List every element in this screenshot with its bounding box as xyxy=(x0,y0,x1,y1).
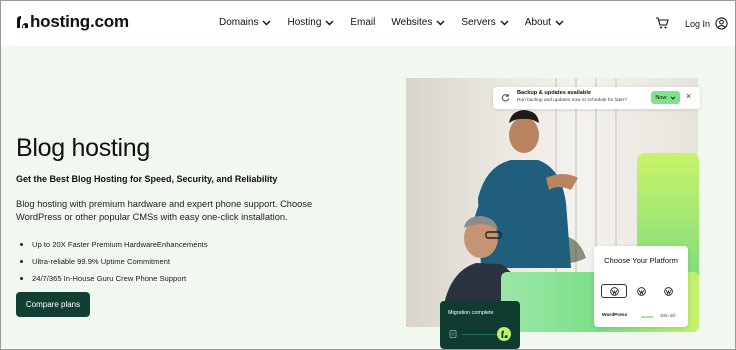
now-dropdown[interactable]: Now xyxy=(651,91,680,104)
platform-option-label: WordPress xyxy=(602,313,628,318)
close-icon[interactable]: × xyxy=(686,91,691,101)
logo-text: hosting.com xyxy=(30,12,129,31)
wordpress-option[interactable] xyxy=(628,284,654,298)
notification-text: Run backup and updates now or schedule f… xyxy=(517,98,627,103)
install-progress-bar xyxy=(641,316,653,318)
hero-subtitle: Get the Best Blog Hosting for Speed, Sec… xyxy=(16,174,278,184)
bullet-icon xyxy=(20,243,23,246)
hero-description: Blog hosting with premium hardware and e… xyxy=(16,199,313,222)
nav-websites[interactable]: Websites xyxy=(391,17,445,28)
bullet-icon xyxy=(20,260,23,263)
now-dropdown-label: Now xyxy=(655,94,667,101)
notification-title: Backup & updates available xyxy=(517,90,591,96)
user-circle-icon xyxy=(715,17,728,30)
nav-about-label: About xyxy=(524,17,551,28)
main-nav: Domains Hosting Email Websites Servers A… xyxy=(219,17,580,28)
logo-mark-icon xyxy=(17,16,28,28)
wordpress-icon xyxy=(609,286,619,296)
list-item: Ultra-reliable 99.9% Uptime Commitment xyxy=(20,253,208,270)
platform-card-title: Choose Your Platform xyxy=(604,256,678,265)
nav-email-label: Email xyxy=(350,17,376,28)
page-title: Blog hosting xyxy=(16,134,150,162)
list-item: Up to 20X Faster Premium HardwareEnhance… xyxy=(20,236,208,253)
logo[interactable]: hosting.com xyxy=(15,12,129,32)
migration-card: Migration complete xyxy=(440,301,520,349)
logo-mark-icon xyxy=(501,330,508,338)
page: hosting.com Domains Hosting Email Websit… xyxy=(0,0,736,350)
chevron-down-icon xyxy=(262,20,271,25)
choose-platform-card: Choose Your Platform WordPress 30m left xyxy=(594,246,688,327)
list-item-text: Up to 20X Faster Premium HardwareEnhance… xyxy=(32,240,208,249)
login-label: Log In xyxy=(685,18,711,29)
chevron-down-icon xyxy=(555,20,564,25)
feature-list: Up to 20X Faster Premium HardwareEnhance… xyxy=(20,236,208,287)
site-header: hosting.com Domains Hosting Email Websit… xyxy=(1,1,735,46)
nav-about[interactable]: About xyxy=(525,17,564,28)
file-icon xyxy=(449,330,457,338)
refresh-icon xyxy=(502,93,510,102)
nav-domains[interactable]: Domains xyxy=(219,17,271,28)
nav-servers[interactable]: Servers xyxy=(461,17,509,28)
nav-hosting-label: Hosting xyxy=(287,17,322,28)
nav-email[interactable]: Email xyxy=(350,17,375,28)
login-link[interactable]: Log In xyxy=(685,17,728,30)
wordpress-icon xyxy=(636,286,646,296)
chevron-down-icon xyxy=(500,20,509,25)
compare-plans-button[interactable]: Compare plans xyxy=(16,292,90,317)
nav-servers-label: Servers xyxy=(461,17,496,28)
chevron-down-icon xyxy=(436,20,445,25)
migration-title: Migration complete xyxy=(448,310,494,316)
wordpress-icon xyxy=(663,286,673,296)
nav-domains-label: Domains xyxy=(219,17,259,28)
bullet-icon xyxy=(20,277,23,280)
chevron-down-icon xyxy=(670,96,675,100)
wordpress-option[interactable] xyxy=(655,284,681,298)
install-time-left: 30m left xyxy=(660,313,676,318)
wordpress-option-selected[interactable] xyxy=(601,284,627,298)
chevron-down-icon xyxy=(325,20,334,25)
list-item-text: 24/7/365 In-House Guru Crew Phone Suppor… xyxy=(32,274,187,283)
migration-connector xyxy=(462,334,498,335)
list-item: 24/7/365 In-House Guru Crew Phone Suppor… xyxy=(20,270,208,287)
migration-status-icon xyxy=(497,327,511,341)
nav-hosting[interactable]: Hosting xyxy=(287,17,334,28)
list-item-text: Ultra-reliable 99.9% Uptime Commitment xyxy=(32,257,170,266)
cart-icon[interactable] xyxy=(655,16,669,30)
nav-websites-label: Websites xyxy=(391,17,433,28)
